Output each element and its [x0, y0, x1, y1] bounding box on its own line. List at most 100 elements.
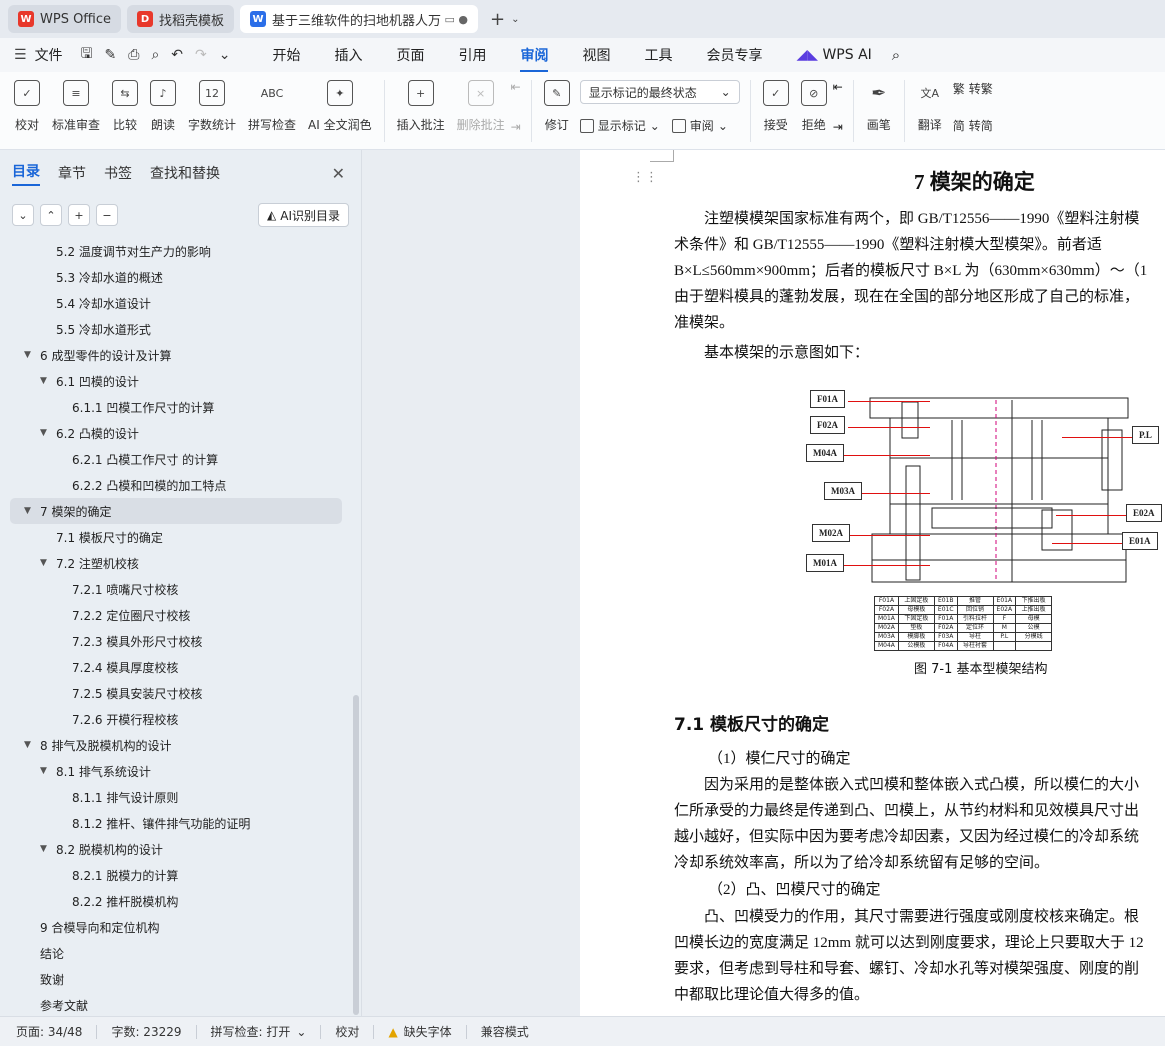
- menu-wps-ai[interactable]: ◢◣ WPS AI: [796, 47, 871, 63]
- toc-item[interactable]: 9 合模导向和定位机构: [0, 914, 352, 940]
- add-heading-icon[interactable]: +: [68, 204, 90, 226]
- toc-item[interactable]: 7.1 模板尺寸的确定: [0, 524, 352, 550]
- toc-item[interactable]: 5.3 冷却水道的概述: [0, 264, 352, 290]
- proofread-status[interactable]: 校对: [335, 1023, 359, 1040]
- toc-item[interactable]: 8.2.1 脱模力的计算: [0, 862, 352, 888]
- menu-page[interactable]: 页面: [396, 45, 424, 65]
- toc-item[interactable]: 7.2.3 模具外形尺寸校核: [0, 628, 352, 654]
- toc-item[interactable]: 6.1.1 凹模工作尺寸的计算: [0, 394, 352, 420]
- expand-arrow-icon[interactable]: ▼: [40, 844, 52, 854]
- toc-item[interactable]: 6.2.2 凸模和凹模的加工特点: [0, 472, 352, 498]
- toc-item[interactable]: ▼ 6.2 凸模的设计: [0, 420, 352, 446]
- menu-home[interactable]: 开始: [272, 45, 300, 65]
- compare-button[interactable]: ⇆ 比较: [112, 80, 139, 133]
- nav-tab-find-replace[interactable]: 查找和替换: [150, 163, 220, 183]
- menu-view[interactable]: 视图: [582, 45, 610, 65]
- toc-item[interactable]: ▼ 7 模架的确定: [10, 498, 342, 524]
- menu-member[interactable]: 会员专享: [706, 45, 762, 65]
- toc-item[interactable]: 7.2.2 定位圈尺寸校核: [0, 602, 352, 628]
- menu-review[interactable]: 审阅: [520, 45, 549, 72]
- word-count-button[interactable]: 12 字数统计: [188, 80, 236, 133]
- nav-tab-chapter[interactable]: 章节: [58, 163, 86, 183]
- collapse-up-icon[interactable]: ⌃: [40, 204, 62, 226]
- tab-close-dot-icon[interactable]: ▭ ●: [445, 13, 469, 26]
- word-count[interactable]: 字数: 23229: [111, 1023, 181, 1040]
- reject-button[interactable]: ⊘ 拒绝: [800, 80, 827, 133]
- page-indicator[interactable]: 页面: 34/48: [16, 1023, 82, 1040]
- read-aloud-button[interactable]: ♪ 朗读: [150, 80, 177, 133]
- toc-item[interactable]: ▼ 8.1 排气系统设计: [0, 758, 352, 784]
- toc-item[interactable]: ▼ 7.2 注塑机校核: [0, 550, 352, 576]
- toc-item[interactable]: ▼ 6 成型零件的设计及计算: [0, 342, 352, 368]
- search-icon[interactable]: ⌕: [892, 46, 900, 64]
- toc-item[interactable]: 8.2.2 推杆脱模机构: [0, 888, 352, 914]
- show-markup-button[interactable]: 显示标记: [598, 117, 646, 134]
- tab-document[interactable]: W 基于三维软件的扫地机器人万 ▭ ●: [240, 5, 479, 33]
- proofread-button[interactable]: ✓ 校对: [14, 80, 40, 133]
- spellcheck-button[interactable]: ABC 拼写检查: [248, 80, 296, 133]
- toc-item[interactable]: 7.2.1 喷嘴尺寸校核: [0, 576, 352, 602]
- toc-item[interactable]: 7.2.4 模具厚度校核: [0, 654, 352, 680]
- nav-scrollbar[interactable]: [353, 695, 359, 1015]
- toc-item[interactable]: 7.2.5 模具安装尺寸校核: [0, 680, 352, 706]
- redo-icon[interactable]: ↷: [195, 47, 207, 63]
- toc-item[interactable]: 参考文献: [0, 992, 352, 1016]
- translate-button[interactable]: 文A 翻译: [917, 80, 943, 133]
- nav-tab-toc[interactable]: 目录: [12, 161, 40, 186]
- prev-change-icon[interactable]: ⇤: [833, 80, 843, 94]
- accept-button[interactable]: ✓ 接受: [762, 80, 789, 133]
- print-preview-icon[interactable]: ⌕: [151, 47, 159, 63]
- collapse-down-icon[interactable]: ⌄: [12, 204, 34, 226]
- expand-arrow-icon[interactable]: ▼: [24, 506, 36, 516]
- menu-references[interactable]: 引用: [458, 45, 486, 65]
- nav-tab-bookmark[interactable]: 书签: [104, 163, 132, 183]
- menu-file[interactable]: 文件: [35, 45, 63, 65]
- insert-comment-button[interactable]: + 插入批注: [397, 80, 445, 133]
- close-icon[interactable]: ✕: [332, 164, 345, 183]
- toc-item[interactable]: ▼ 8 排气及脱模机构的设计: [0, 732, 352, 758]
- next-comment-icon[interactable]: ⇥: [511, 120, 521, 134]
- save-icon[interactable]: 🖫: [81, 43, 93, 67]
- next-change-icon[interactable]: ⇥: [833, 120, 843, 134]
- expand-arrow-icon[interactable]: ▼: [40, 766, 52, 776]
- menu-tools[interactable]: 工具: [644, 45, 672, 65]
- expand-arrow-icon[interactable]: ▼: [24, 740, 36, 750]
- review-pane-button[interactable]: 审阅: [690, 117, 714, 134]
- delete-comment-button[interactable]: × 删除批注: [457, 80, 505, 133]
- tab-wps-office[interactable]: W WPS Office: [8, 5, 122, 33]
- pen-button[interactable]: ✒ 画笔: [866, 80, 892, 133]
- drag-handle-icon[interactable]: ⋮⋮: [632, 170, 658, 185]
- toc-item[interactable]: 5.2 温度调节对生产力的影响: [0, 238, 352, 264]
- toc-item[interactable]: 5.4 冷却水道设计: [0, 290, 352, 316]
- missing-font-status[interactable]: 缺失字体: [404, 1023, 452, 1040]
- expand-arrow-icon[interactable]: ▼: [24, 350, 36, 360]
- print-icon[interactable]: ⎙: [128, 47, 139, 63]
- tab-daoke[interactable]: D 找稻壳模板: [127, 5, 235, 33]
- toc-item[interactable]: 8.1.1 排气设计原则: [0, 784, 352, 810]
- toc-item[interactable]: 5.5 冷却水道形式: [0, 316, 352, 342]
- revise-button[interactable]: ✎ 修订: [543, 80, 570, 133]
- ai-polish-button[interactable]: ✦ AI 全文润色: [308, 80, 372, 133]
- toc-item[interactable]: 6.2.1 凸模工作尺寸 的计算: [0, 446, 352, 472]
- ai-toc-button[interactable]: ◭ AI识别目录: [258, 203, 349, 227]
- toc-item[interactable]: 8.1.2 推杆、镶件排气功能的证明: [0, 810, 352, 836]
- expand-arrow-icon[interactable]: ▼: [40, 558, 52, 568]
- toc-item[interactable]: ▼ 6.1 凹模的设计: [0, 368, 352, 394]
- format-painter-icon[interactable]: ✎: [105, 47, 117, 63]
- prev-comment-icon[interactable]: ⇤: [511, 80, 521, 94]
- expand-arrow-icon[interactable]: ▼: [40, 428, 52, 438]
- toc-item[interactable]: 7.2.6 开模行程校核: [0, 706, 352, 732]
- hamburger-icon[interactable]: ☰: [14, 47, 27, 63]
- toc-item[interactable]: 致谢: [0, 966, 352, 992]
- toc-item[interactable]: 结论: [0, 940, 352, 966]
- to-simplified-button[interactable]: 简转简: [953, 117, 993, 134]
- undo-icon[interactable]: ↶: [171, 47, 183, 63]
- to-traditional-button[interactable]: 繁转繁: [953, 80, 993, 97]
- standard-review-button[interactable]: ≡ 标准审查: [52, 80, 100, 133]
- remove-heading-icon[interactable]: −: [96, 204, 118, 226]
- chevron-down-icon[interactable]: ⌄: [511, 14, 519, 25]
- expand-arrow-icon[interactable]: ▼: [40, 376, 52, 386]
- toc-item[interactable]: ▼ 8.2 脱模机构的设计: [0, 836, 352, 862]
- menu-insert[interactable]: 插入: [334, 45, 362, 65]
- spellcheck-status[interactable]: 拼写检查: 打开: [211, 1023, 291, 1040]
